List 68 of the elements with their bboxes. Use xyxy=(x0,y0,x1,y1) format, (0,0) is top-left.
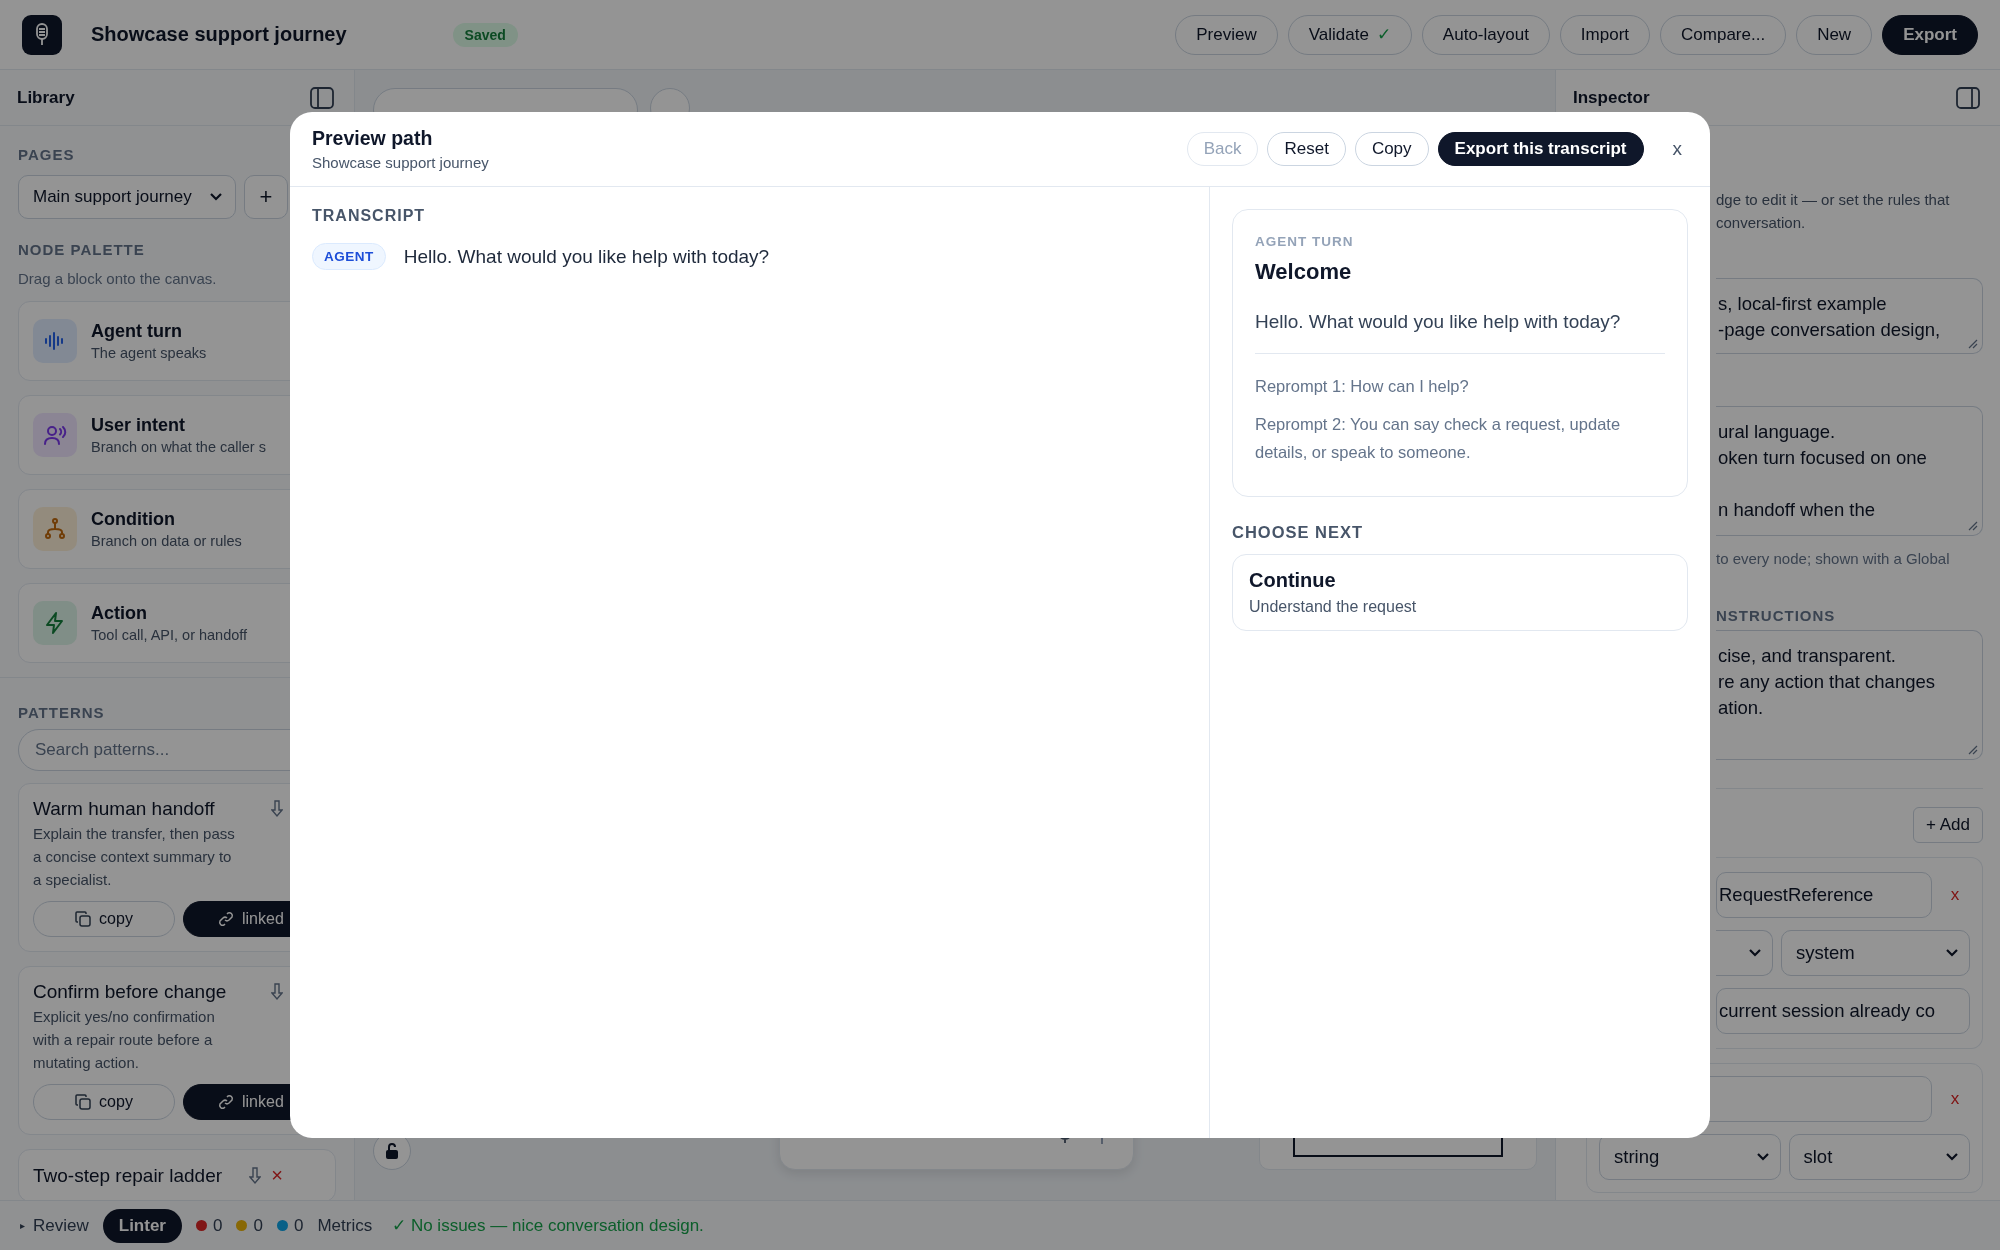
page-select[interactable]: Main support journey xyxy=(18,175,236,219)
bottom-tab[interactable]: ▸ Review xyxy=(20,1209,89,1242)
reprompt-text: Reprompt 2: You can say check a request, update details, or speak to someone. xyxy=(1255,414,1622,463)
remove-button[interactable]: × xyxy=(271,1164,283,1187)
block-description: The agent speaks xyxy=(91,345,207,361)
add-page-button[interactable]: + xyxy=(244,175,288,219)
dialog-button[interactable]: Copy xyxy=(1354,132,1429,166)
turn-prompt: Hello. What would you like help with today? xyxy=(1255,311,1622,333)
toolbar-button[interactable]: Import xyxy=(1559,14,1651,55)
remove-button[interactable]: x xyxy=(1940,884,1970,906)
next-option[interactable]: Continue Understand the request xyxy=(1232,554,1688,631)
inspector-description: dge to edit it — or set the rules that conversation. xyxy=(1716,190,1951,233)
reprompt-text: Reprompt 1: How can I help? xyxy=(1255,376,1470,397)
saved-status: Saved xyxy=(452,22,518,47)
turn-label: AGENT TURN xyxy=(1255,234,1355,249)
panel-title: Library xyxy=(17,87,75,108)
turn-title: Welcome xyxy=(1255,259,1353,285)
panel-title: Inspector xyxy=(1573,87,1650,108)
value-field[interactable]: current session already co xyxy=(1716,988,1970,1034)
issue-count: 0 xyxy=(253,1215,263,1236)
source-select[interactable]: slot xyxy=(1788,1134,1970,1180)
add-button[interactable]: + Add xyxy=(1913,807,1983,843)
lint-message: ✓ No issues — nice conversation design. xyxy=(392,1215,704,1236)
section-label: NSTRUCTIONS xyxy=(1716,607,1837,624)
section-label: PATTERNS xyxy=(18,704,106,721)
copy-button[interactable]: copy xyxy=(33,1084,175,1120)
source-select[interactable]: system xyxy=(1781,930,1970,976)
project-title: Showcase support journey xyxy=(91,23,347,46)
toolbar-button[interactable]: Auto-layout xyxy=(1421,14,1550,55)
dialog-title: Preview path xyxy=(312,127,434,150)
pattern-title: Confirm before change xyxy=(33,981,228,1003)
issue-count: 0 xyxy=(293,1215,304,1236)
dialog-button[interactable]: Reset xyxy=(1267,132,1346,166)
block-title: User intent xyxy=(91,415,187,436)
toolbar-button[interactable]: Compare... xyxy=(1660,14,1787,55)
toolbar-button[interactable]: Preview xyxy=(1175,14,1278,55)
block-title: Condition xyxy=(91,509,176,530)
dialog-subtitle: Showcase support journey xyxy=(312,154,490,171)
block-description: Branch on what the caller s xyxy=(91,439,266,455)
pattern-description: Explain the transfer, then pass a concise context summary to a specialist. xyxy=(33,824,236,890)
bottom-tab[interactable]: Metrics xyxy=(317,1209,373,1242)
copy-button[interactable]: copy xyxy=(33,901,175,937)
text-area[interactable]: cise, and transparent. re any action that changes ation. xyxy=(1716,630,1983,760)
issue-count: 0 xyxy=(213,1215,223,1236)
toolbar-button[interactable]: Export xyxy=(1882,14,1978,55)
field-hint: to every node; shown with a Global xyxy=(1716,550,1951,567)
toolbar-button[interactable]: New xyxy=(1796,14,1873,55)
pattern-title: Warm human handoff xyxy=(33,798,216,820)
block-description: Tool call, API, or handoff xyxy=(91,627,248,643)
name-field[interactable]: RequestReference xyxy=(1716,872,1932,918)
text-area[interactable]: s, local-first example -page conversation design, xyxy=(1716,278,1983,354)
remove-button[interactable]: x xyxy=(1940,1088,1970,1110)
block-title: Action xyxy=(91,603,148,624)
type-select[interactable]: string xyxy=(1599,1134,1781,1180)
dialog-button[interactable]: Export this transcript xyxy=(1437,132,1644,166)
bottom-tab[interactable]: Linter xyxy=(102,1208,182,1243)
block-description: Branch on data or rules xyxy=(91,533,242,549)
speaker-badge: AGENT xyxy=(312,243,386,270)
close-button[interactable]: x xyxy=(1666,137,1688,161)
block-title: Agent turn xyxy=(91,321,183,342)
section-label: TRANSCRIPT xyxy=(312,207,427,225)
pattern-description: Explicit yes/no confirmation with a repair route before a mutating action. xyxy=(33,1007,216,1073)
text-area[interactable]: ural language. oken turn focused on one n handoff when the xyxy=(1716,406,1983,536)
toolbar-button[interactable]: Validate ✓ xyxy=(1287,14,1412,55)
transcript-message: Hello. What would you like help with today? xyxy=(403,245,770,268)
palette-hint: Drag a block onto the canvas. xyxy=(18,270,218,287)
pattern-title: Two-step repair ladder xyxy=(33,1164,224,1187)
section-label: CHOOSE NEXT xyxy=(1232,523,1365,542)
